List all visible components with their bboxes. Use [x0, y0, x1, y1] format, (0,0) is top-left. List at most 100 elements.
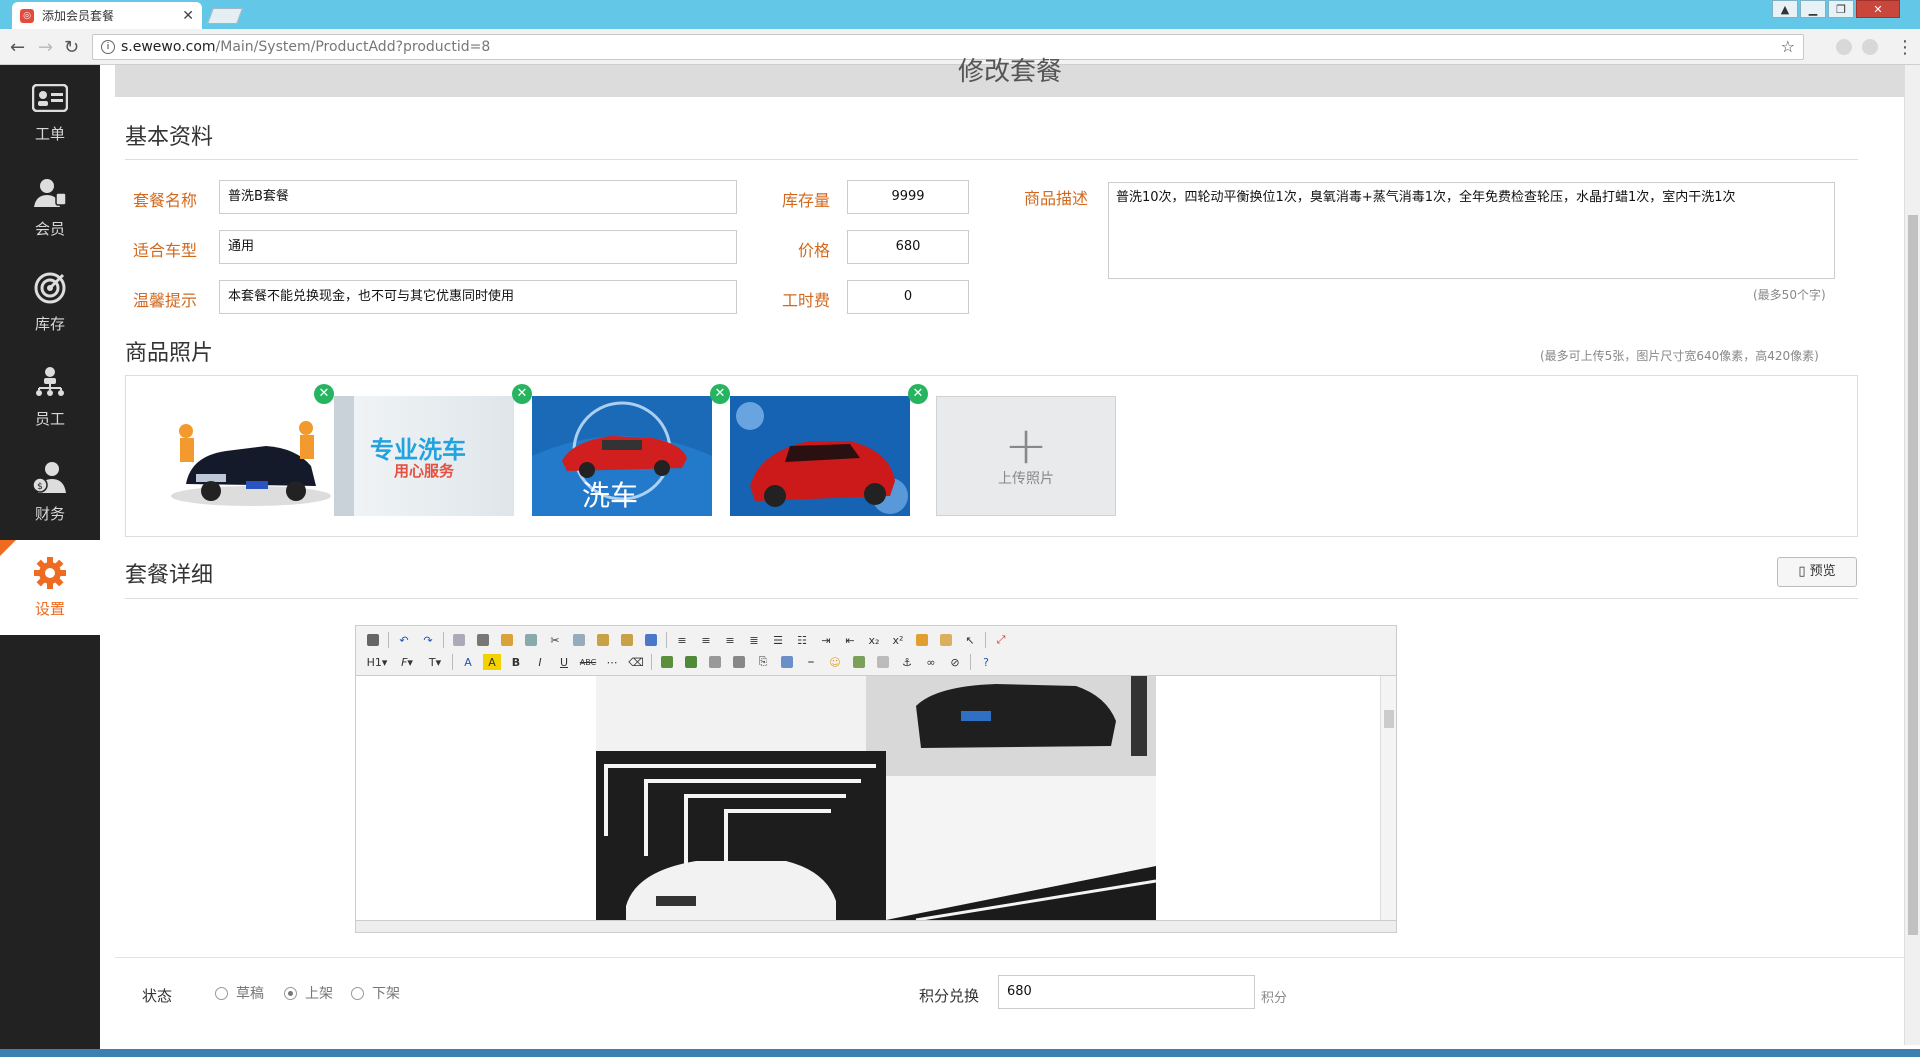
editor-content-area[interactable] [356, 676, 1396, 922]
source-icon[interactable] [364, 632, 382, 648]
package-name-input[interactable]: 普洗B套餐 [219, 180, 737, 214]
points-input[interactable]: 680 [998, 975, 1255, 1009]
upload-photo-button[interactable]: + 上传照片 [936, 396, 1116, 516]
indent-icon[interactable]: ⇥ [817, 632, 835, 648]
sidebar-item-staff[interactable]: 员工 [0, 350, 100, 445]
cut-icon[interactable]: ✂ [546, 632, 564, 648]
restore-icon[interactable]: ❐ [1828, 0, 1854, 18]
new-tab-button[interactable] [207, 8, 243, 24]
editor-scrollbar[interactable] [1380, 676, 1396, 920]
radio-dot[interactable] [351, 986, 364, 1000]
unordered-list-icon[interactable]: ☷ [793, 632, 811, 648]
justify-icon[interactable]: ≣ [745, 632, 763, 648]
stock-input[interactable]: 9999 [847, 180, 969, 214]
quick-format-icon[interactable] [937, 632, 955, 648]
editor-resize-handle[interactable] [356, 920, 1396, 932]
attachment-icon[interactable]: ⎘ [754, 654, 772, 670]
page-scrollbar[interactable] [1904, 65, 1920, 1045]
font-size-icon[interactable]: T ▾ [424, 654, 446, 670]
reload-icon[interactable]: ↻ [64, 37, 79, 58]
image-icon[interactable] [658, 654, 676, 670]
align-center-icon[interactable]: ≡ [697, 632, 715, 648]
template-icon[interactable] [498, 632, 516, 648]
paste-text-icon[interactable] [618, 632, 636, 648]
align-right-icon[interactable]: ≡ [721, 632, 739, 648]
tip-input[interactable]: 本套餐不能兑换现金，也不可与其它优惠同时使用 [219, 280, 737, 314]
forward-icon[interactable]: → [38, 37, 53, 58]
subscript-icon[interactable]: x₂ [865, 632, 883, 648]
minimize-icon[interactable]: ▁ [1800, 0, 1826, 18]
extension-icon[interactable] [1836, 39, 1852, 55]
undo-icon[interactable]: ↶ [395, 632, 413, 648]
emoticon-icon[interactable]: ☺ [826, 654, 844, 670]
hr-icon[interactable]: ⎯ [802, 654, 820, 670]
photo-pro-wash-banner[interactable]: 专业洗车 用心服务 [334, 396, 514, 516]
price-input[interactable]: 680 [847, 230, 969, 264]
strikethrough-icon[interactable]: ABC [579, 654, 597, 670]
fullscreen-icon[interactable]: ⤢ [992, 632, 1010, 648]
clear-format-icon[interactable] [913, 632, 931, 648]
delete-photo-icon[interactable]: ✕ [710, 384, 730, 404]
back-icon[interactable]: ← [10, 37, 25, 58]
tab-close-icon[interactable]: ✕ [182, 8, 194, 24]
bookmark-star-icon[interactable]: ☆ [1781, 35, 1795, 59]
paste-icon[interactable] [594, 632, 612, 648]
scrollbar-thumb[interactable] [1384, 710, 1394, 728]
photo-red-car-water[interactable] [730, 396, 910, 516]
code-icon[interactable] [522, 632, 540, 648]
sidebar-item-members[interactable]: 会员 [0, 160, 100, 255]
sidebar-item-settings[interactable]: 设置 [0, 540, 100, 635]
superscript-icon[interactable]: x² [889, 632, 907, 648]
copy-icon[interactable] [570, 632, 588, 648]
paste-word-icon[interactable] [642, 632, 660, 648]
ordered-list-icon[interactable]: ☰ [769, 632, 787, 648]
help-icon[interactable]: ? [977, 654, 995, 670]
unlink-icon[interactable]: ⊘ [946, 654, 964, 670]
line-height-icon[interactable]: ⋯ [603, 654, 621, 670]
media-icon[interactable] [730, 654, 748, 670]
url-input[interactable]: i s.ewewo.com/Main/System/ProductAdd?pro… [92, 34, 1804, 60]
status-radio-unlisted[interactable]: 下架 [351, 983, 400, 1003]
sidebar-item-inventory[interactable]: 库存 [0, 255, 100, 350]
photo-black-car[interactable] [156, 396, 336, 516]
outdent-icon[interactable]: ⇤ [841, 632, 859, 648]
delete-photo-icon[interactable]: ✕ [314, 384, 334, 404]
table-icon[interactable] [778, 654, 796, 670]
anchor-icon[interactable]: ⚓ [898, 654, 916, 670]
user-icon[interactable]: ▲ [1772, 0, 1798, 18]
pagebreak-icon[interactable] [874, 654, 892, 670]
extension-icon[interactable] [1862, 39, 1878, 55]
link-icon[interactable]: ∞ [922, 654, 940, 670]
menu-icon[interactable]: ⋮ [1896, 37, 1914, 58]
description-textarea[interactable]: 普洗10次，四轮动平衡换位1次，臭氧消毒+蒸气消毒1次，全年免费检查轮压，水晶打… [1108, 182, 1835, 279]
bold-icon[interactable]: B [507, 654, 525, 670]
highlight-icon[interactable]: A [483, 654, 501, 670]
print-icon[interactable] [474, 632, 492, 648]
italic-icon[interactable]: I [531, 654, 549, 670]
select-all-icon[interactable]: ↖ [961, 632, 979, 648]
delete-photo-icon[interactable]: ✕ [908, 384, 928, 404]
browser-tab[interactable]: ◎ 添加会员套餐 ✕ [12, 2, 202, 29]
preview-icon[interactable] [450, 632, 468, 648]
close-window-icon[interactable]: ✕ [1856, 0, 1900, 18]
flash-icon[interactable] [706, 654, 724, 670]
heading-icon[interactable]: H1 ▾ [364, 654, 390, 670]
font-family-icon[interactable]: F ▾ [396, 654, 418, 670]
car-type-input[interactable]: 通用 [219, 230, 737, 264]
delete-photo-icon[interactable]: ✕ [512, 384, 532, 404]
eraser-icon[interactable]: ⌫ [627, 654, 645, 670]
photo-red-car-splash[interactable]: 洗车 [532, 396, 712, 516]
sidebar-item-orders[interactable]: 工单 [0, 65, 100, 160]
redo-icon[interactable]: ↷ [419, 632, 437, 648]
radio-dot[interactable] [215, 986, 228, 1000]
status-radio-listed[interactable]: 上架 [284, 983, 333, 1003]
font-color-icon[interactable]: A [459, 654, 477, 670]
preview-button[interactable]: ▯ 预览 [1777, 557, 1857, 587]
map-icon[interactable] [850, 654, 868, 670]
status-radio-draft[interactable]: 草稿 [215, 983, 264, 1003]
info-icon[interactable]: i [101, 40, 115, 54]
scrollbar-thumb[interactable] [1908, 215, 1918, 935]
underline-icon[interactable]: U [555, 654, 573, 670]
multi-image-icon[interactable] [682, 654, 700, 670]
labor-fee-input[interactable]: 0 [847, 280, 969, 314]
